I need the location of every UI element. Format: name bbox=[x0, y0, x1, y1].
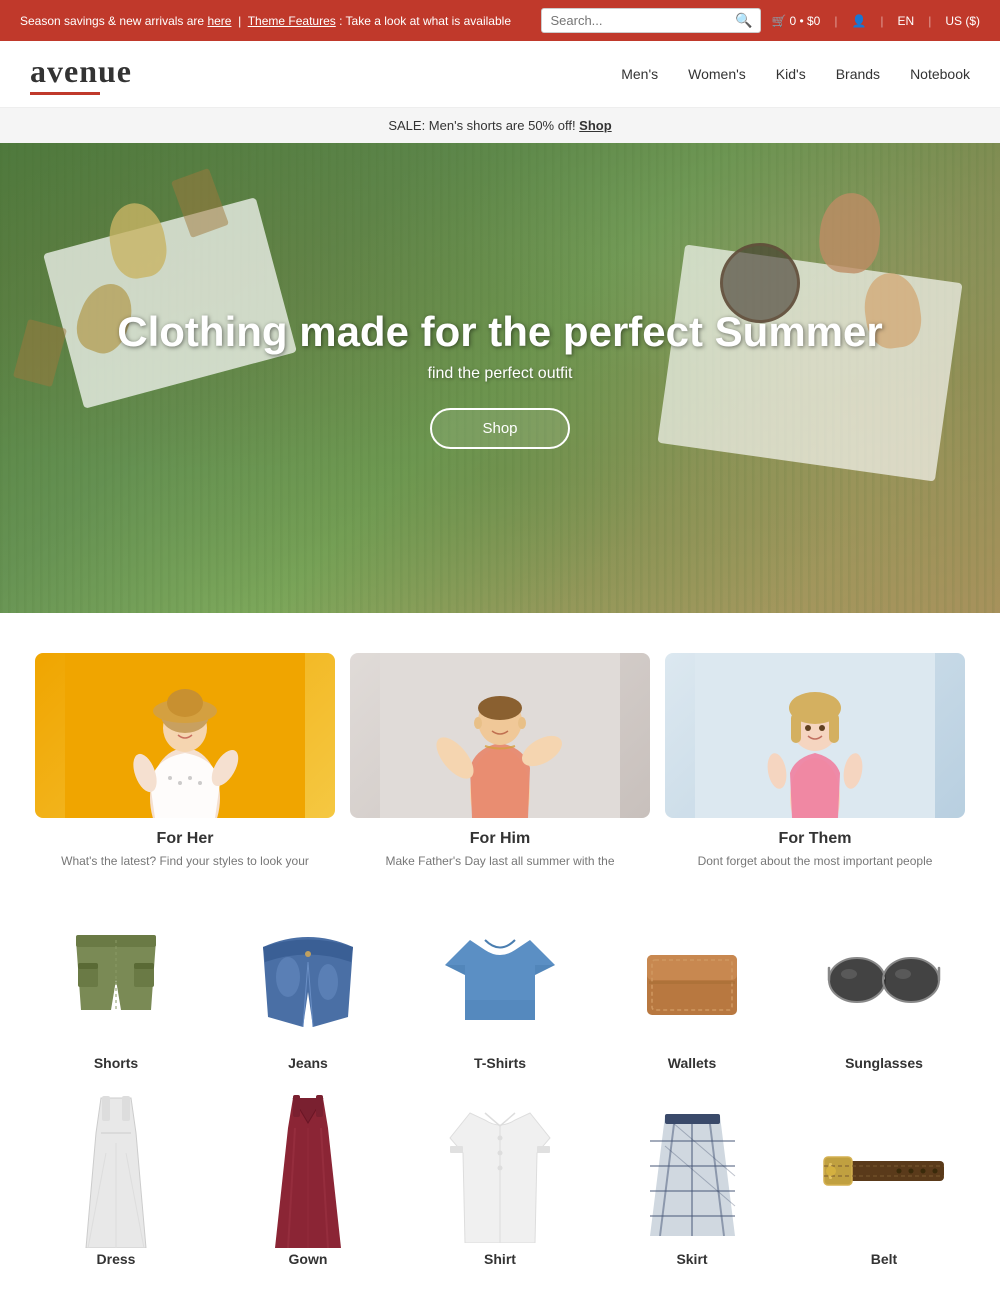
for-her-desc: What's the latest? Find your styles to l… bbox=[35, 853, 335, 870]
category-for-her[interactable]: For Her What's the latest? Find your sty… bbox=[35, 653, 335, 870]
sunglasses-image bbox=[793, 915, 975, 1045]
product-gown[interactable]: Gown bbox=[212, 1096, 404, 1272]
lang-label: EN bbox=[898, 14, 915, 28]
sale-text: SALE: Men's shorts are 50% off! bbox=[388, 118, 579, 133]
tshirts-svg bbox=[440, 920, 560, 1040]
for-her-image bbox=[35, 653, 335, 818]
for-them-desc: Dont forget about the most important peo… bbox=[665, 853, 965, 870]
product-row-2: Dress Gown bbox=[0, 1086, 1000, 1292]
search-input[interactable] bbox=[550, 13, 735, 28]
for-them-title: For Them bbox=[665, 830, 965, 848]
cart-count: 0 • $0 bbox=[789, 14, 820, 28]
product-dress[interactable]: Dress bbox=[20, 1096, 212, 1272]
announcement-separator: | bbox=[235, 14, 248, 28]
wallets-svg bbox=[637, 925, 747, 1035]
announcement-text: Season savings & new arrivals are here |… bbox=[20, 14, 511, 28]
announcement-theme-link[interactable]: Theme Features bbox=[248, 14, 336, 28]
category-for-him[interactable]: For Him Make Father's Day last all summe… bbox=[350, 653, 650, 870]
hero-cta-button[interactable]: Shop bbox=[430, 408, 569, 449]
account-icon: 👤 bbox=[851, 14, 866, 28]
dress-label: Dress bbox=[25, 1251, 207, 1267]
nav-womens[interactable]: Women's bbox=[688, 66, 746, 82]
shorts-label: Shorts bbox=[25, 1055, 207, 1071]
jeans-label: Jeans bbox=[217, 1055, 399, 1071]
gown-image bbox=[217, 1101, 399, 1241]
announcement-here-link[interactable]: here bbox=[207, 14, 231, 28]
cart-icon: 🛒 bbox=[771, 14, 786, 28]
product-belt[interactable]: Belt bbox=[788, 1096, 980, 1272]
for-him-svg bbox=[380, 653, 620, 818]
for-her-title: For Her bbox=[35, 830, 335, 848]
announcement-bar: Season savings & new arrivals are here |… bbox=[0, 0, 1000, 41]
for-him-image bbox=[350, 653, 650, 818]
sale-shop-link[interactable]: Shop bbox=[579, 118, 612, 133]
announcement-suffix: : Take a look at what is available bbox=[339, 14, 511, 28]
wallets-image bbox=[601, 915, 783, 1045]
skirt-label: Skirt bbox=[601, 1251, 783, 1267]
shirt-label: Shirt bbox=[409, 1251, 591, 1267]
cart-button[interactable]: 🛒 0 • $0 bbox=[771, 14, 820, 28]
for-him-title: For Him bbox=[350, 830, 650, 848]
hero-subtitle: find the perfect outfit bbox=[117, 365, 882, 383]
sunglasses-svg bbox=[819, 940, 949, 1020]
belt-svg bbox=[819, 1141, 949, 1201]
separator-2: | bbox=[880, 14, 883, 28]
product-shorts[interactable]: Shorts bbox=[20, 910, 212, 1076]
shirt-svg bbox=[445, 1098, 555, 1243]
category-for-them[interactable]: For Them Dont forget about the most impo… bbox=[665, 653, 965, 870]
shorts-image bbox=[25, 915, 207, 1045]
jeans-svg bbox=[253, 917, 363, 1042]
logo-underline bbox=[30, 92, 100, 95]
dress-image bbox=[25, 1101, 207, 1241]
tshirts-image bbox=[409, 915, 591, 1045]
belt-image bbox=[793, 1101, 975, 1241]
product-shirt[interactable]: Shirt bbox=[404, 1096, 596, 1272]
tshirts-label: T-Shirts bbox=[409, 1055, 591, 1071]
logo-text: avenue bbox=[30, 53, 132, 90]
jeans-image bbox=[217, 915, 399, 1045]
product-sunglasses[interactable]: Sunglasses bbox=[788, 910, 980, 1076]
main-navigation: Men's Women's Kid's Brands Notebook bbox=[621, 66, 970, 82]
product-wallets[interactable]: Wallets bbox=[596, 910, 788, 1076]
separator-3: | bbox=[928, 14, 931, 28]
sunglasses-label: Sunglasses bbox=[793, 1055, 975, 1071]
header-right-controls: 🔍 🛒 0 • $0 | 👤 | EN | US ($) bbox=[541, 8, 980, 33]
product-tshirts[interactable]: T-Shirts bbox=[404, 910, 596, 1076]
nav-notebook[interactable]: Notebook bbox=[910, 66, 970, 82]
search-bar[interactable]: 🔍 bbox=[541, 8, 761, 33]
hero-content: Clothing made for the perfect Summer fin… bbox=[117, 307, 882, 449]
logo-container[interactable]: avenue bbox=[30, 53, 132, 95]
account-button[interactable]: 👤 bbox=[851, 14, 866, 28]
region-label: US ($) bbox=[945, 14, 980, 28]
skirt-image bbox=[601, 1101, 783, 1241]
nav-kids[interactable]: Kid's bbox=[776, 66, 806, 82]
site-header: avenue Men's Women's Kid's Brands Notebo… bbox=[0, 41, 1000, 108]
category-grid: For Her What's the latest? Find your sty… bbox=[0, 613, 1000, 890]
for-her-svg bbox=[65, 653, 305, 818]
product-row-1: Shorts Jeans bbox=[0, 890, 1000, 1086]
product-jeans[interactable]: Jeans bbox=[212, 910, 404, 1076]
dress-svg bbox=[66, 1093, 166, 1248]
search-button[interactable]: 🔍 bbox=[735, 12, 752, 29]
product-skirt[interactable]: Skirt bbox=[596, 1096, 788, 1272]
hero-title: Clothing made for the perfect Summer bbox=[117, 307, 882, 357]
hero-section: Clothing made for the perfect Summer fin… bbox=[0, 143, 1000, 613]
separator-1: | bbox=[834, 14, 837, 28]
gown-label: Gown bbox=[217, 1251, 399, 1267]
for-them-svg bbox=[695, 653, 935, 818]
belt-label: Belt bbox=[793, 1251, 975, 1267]
nav-mens[interactable]: Men's bbox=[621, 66, 658, 82]
for-them-image bbox=[665, 653, 965, 818]
wallets-label: Wallets bbox=[601, 1055, 783, 1071]
for-him-desc: Make Father's Day last all summer with t… bbox=[350, 853, 650, 870]
shorts-svg bbox=[56, 920, 176, 1040]
gown-svg bbox=[263, 1093, 353, 1248]
announcement-prefix: Season savings & new arrivals are bbox=[20, 14, 207, 28]
skirt-svg bbox=[640, 1106, 745, 1236]
shirt-image bbox=[409, 1101, 591, 1241]
nav-brands[interactable]: Brands bbox=[836, 66, 880, 82]
sale-banner: SALE: Men's shorts are 50% off! Shop bbox=[0, 108, 1000, 143]
